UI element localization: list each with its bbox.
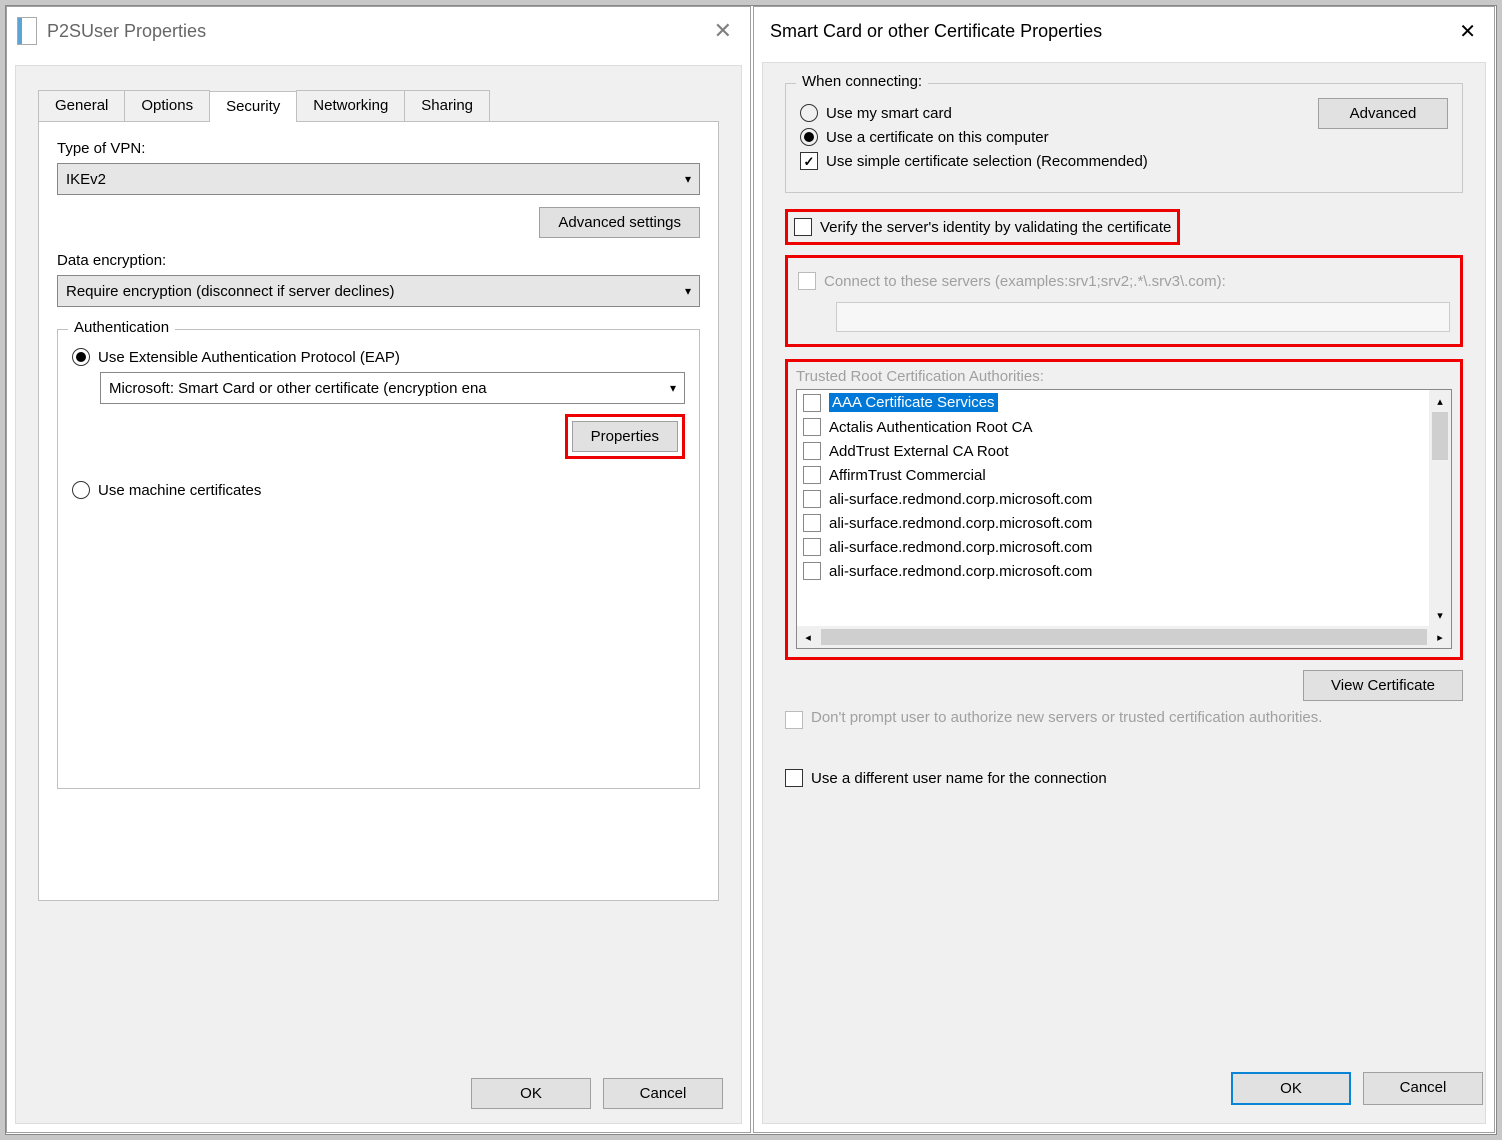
checkbox-icon[interactable] <box>803 442 821 460</box>
list-item[interactable]: ali-surface.redmond.corp.microsoft.com <box>797 511 1451 535</box>
cancel-button[interactable]: Cancel <box>603 1078 723 1109</box>
tab-general[interactable]: General <box>38 90 125 121</box>
list-item[interactable]: ali-surface.redmond.corp.microsoft.com <box>797 487 1451 511</box>
dont-prompt-checkbox: Don't prompt user to authorize new serve… <box>785 709 1463 729</box>
window-icon <box>17 17 37 45</box>
eap-radio[interactable]: Use Extensible Authentication Protocol (… <box>72 348 685 366</box>
certificate-properties-window: Smart Card or other Certificate Properti… <box>753 6 1495 1133</box>
dialog-body: General Options Security Networking Shar… <box>15 65 742 1124</box>
when-connecting-group: When connecting: Use my smart card Use a… <box>785 83 1463 193</box>
cancel-button[interactable]: Cancel <box>1363 1072 1483 1105</box>
list-item[interactable]: ali-surface.redmond.corp.microsoft.com <box>797 559 1451 583</box>
data-encryption-combo[interactable]: Require encryption (disconnect if server… <box>57 275 700 307</box>
scroll-thumb[interactable] <box>821 629 1427 645</box>
checkbox-icon <box>800 152 818 170</box>
advanced-settings-button[interactable]: Advanced settings <box>539 207 700 238</box>
scroll-left-icon[interactable]: ◂ <box>797 626 819 648</box>
simple-selection-checkbox[interactable]: Use simple certificate selection (Recomm… <box>800 152 1318 170</box>
data-encryption-value: Require encryption (disconnect if server… <box>66 283 394 300</box>
ok-button[interactable]: OK <box>471 1078 591 1109</box>
ok-button[interactable]: OK <box>1231 1072 1351 1105</box>
checkbox-icon <box>794 218 812 236</box>
list-item[interactable]: Actalis Authentication Root CA <box>797 415 1451 439</box>
checkbox-icon <box>798 272 816 290</box>
view-certificate-button[interactable]: View Certificate <box>1303 670 1463 701</box>
radio-icon <box>800 128 818 146</box>
close-icon[interactable]: ✕ <box>706 18 740 44</box>
machine-cert-radio[interactable]: Use machine certificates <box>72 481 685 499</box>
checkbox-icon[interactable] <box>803 394 821 412</box>
tab-sharing[interactable]: Sharing <box>404 90 490 121</box>
window-title: P2SUser Properties <box>47 21 706 42</box>
scroll-down-icon[interactable]: ▾ <box>1429 604 1451 626</box>
checkbox-icon <box>785 711 803 729</box>
checkbox-icon[interactable] <box>803 490 821 508</box>
use-certificate-radio[interactable]: Use a certificate on this computer <box>800 128 1318 146</box>
properties-button[interactable]: Properties <box>572 421 678 452</box>
list-item[interactable]: AffirmTrust Commercial <box>797 463 1451 487</box>
titlebar: P2SUser Properties ✕ <box>7 7 750 55</box>
tab-options[interactable]: Options <box>124 90 210 121</box>
radio-icon <box>72 481 90 499</box>
authentication-legend: Authentication <box>68 319 175 336</box>
chevron-down-icon: ▾ <box>685 172 691 186</box>
list-item[interactable]: ali-surface.redmond.corp.microsoft.com <box>797 535 1451 559</box>
checkbox-icon <box>785 769 803 787</box>
vpn-type-label: Type of VPN: <box>57 140 700 157</box>
vpn-type-value: IKEv2 <box>66 171 106 188</box>
security-tab-panel: Type of VPN: IKEv2 ▾ Advanced settings D… <box>38 121 719 901</box>
horizontal-scrollbar[interactable]: ◂ ▸ <box>797 626 1451 648</box>
checkbox-icon[interactable] <box>803 514 821 532</box>
list-item[interactable]: AAA Certificate Services <box>797 390 1451 415</box>
dialog-buttons: OK Cancel <box>471 1078 723 1109</box>
tabs: General Options Security Networking Shar… <box>38 90 741 121</box>
trusted-root-listbox[interactable]: AAA Certificate Services Actalis Authent… <box>796 389 1452 649</box>
tab-security[interactable]: Security <box>209 91 297 122</box>
vpn-type-combo[interactable]: IKEv2 ▾ <box>57 163 700 195</box>
radio-icon <box>72 348 90 366</box>
authentication-fieldset: Authentication Use Extensible Authentica… <box>57 329 700 789</box>
radio-icon <box>800 104 818 122</box>
verify-identity-checkbox[interactable]: Verify the server's identity by validati… <box>794 218 1171 236</box>
window-title: Smart Card or other Certificate Properti… <box>764 21 1451 42</box>
when-connecting-legend: When connecting: <box>796 73 928 90</box>
scroll-right-icon[interactable]: ▸ <box>1429 626 1451 648</box>
chevron-down-icon: ▾ <box>685 284 691 298</box>
tab-networking[interactable]: Networking <box>296 90 405 121</box>
close-icon[interactable]: ✕ <box>1451 19 1484 44</box>
servers-input <box>836 302 1450 332</box>
data-encryption-label: Data encryption: <box>57 252 700 269</box>
eap-method-combo[interactable]: Microsoft: Smart Card or other certifica… <box>100 372 685 404</box>
scroll-up-icon[interactable]: ▴ <box>1429 390 1451 412</box>
vpn-properties-window: P2SUser Properties ✕ General Options Sec… <box>6 6 751 1133</box>
checkbox-icon[interactable] <box>803 418 821 436</box>
use-smart-card-radio[interactable]: Use my smart card <box>800 104 1318 122</box>
list-item[interactable]: AddTrust External CA Root <box>797 439 1451 463</box>
dialog-body: When connecting: Use my smart card Use a… <box>762 62 1486 1124</box>
trusted-root-label: Trusted Root Certification Authorities: <box>796 368 1452 385</box>
advanced-button[interactable]: Advanced <box>1318 98 1448 129</box>
chevron-down-icon: ▾ <box>670 381 676 395</box>
checkbox-icon[interactable] <box>803 466 821 484</box>
vertical-scrollbar[interactable]: ▴ ▾ <box>1429 390 1451 626</box>
checkbox-icon[interactable] <box>803 562 821 580</box>
different-username-checkbox[interactable]: Use a different user name for the connec… <box>785 769 1463 787</box>
connect-servers-checkbox: Connect to these servers (examples:srv1;… <box>798 272 1450 290</box>
eap-method-value: Microsoft: Smart Card or other certifica… <box>109 380 487 397</box>
checkbox-icon[interactable] <box>803 538 821 556</box>
titlebar: Smart Card or other Certificate Properti… <box>754 7 1494 55</box>
scroll-thumb[interactable] <box>1432 412 1448 460</box>
